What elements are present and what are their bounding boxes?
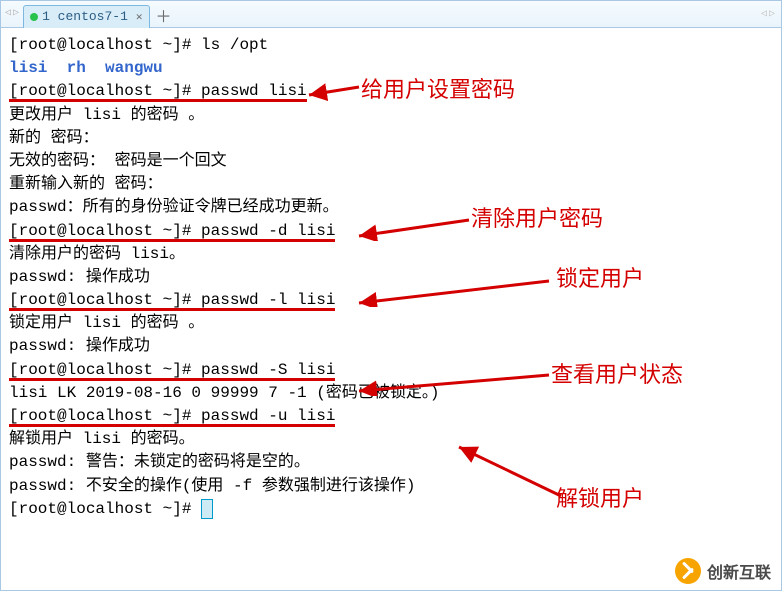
command-text: passwd -l lisi xyxy=(201,291,335,309)
prompt: [root@localhost ~]# xyxy=(9,82,201,100)
watermark-icon xyxy=(675,558,701,584)
prompt: [root@localhost ~]# xyxy=(9,407,201,425)
terminal-area[interactable]: [root@localhost ~]# ls /opt lisi rh wang… xyxy=(1,28,781,527)
tab-label: 1 centos7-1 xyxy=(42,9,128,24)
output-line: 清除用户的密码 lisi。 xyxy=(9,243,773,266)
dir-listing: rh xyxy=(67,59,86,77)
output-line: 解锁用户 lisi 的密码。 xyxy=(9,428,773,451)
output-line: 新的 密码： xyxy=(9,127,773,150)
output-line: 更改用户 lisi 的密码 。 xyxy=(9,104,773,127)
add-tab-button[interactable]: ＋ xyxy=(152,3,176,27)
status-dot-icon xyxy=(30,13,38,21)
chevron-right-icon: ▷ xyxy=(13,9,19,19)
cursor-icon xyxy=(201,499,213,519)
output-line: 锁定用户 lisi 的密码 。 xyxy=(9,312,773,335)
tab-scroll-right[interactable]: ◁ ▷ xyxy=(761,8,775,20)
output-line: passwd: 操作成功 xyxy=(9,266,773,289)
chevron-left-icon: ◁ xyxy=(761,8,767,20)
output-line: 无效的密码： 密码是一个回文 xyxy=(9,150,773,173)
tab-scroll-left[interactable]: ◁ ▷ xyxy=(5,9,19,19)
watermark-text: 创新互联 xyxy=(707,559,771,583)
plus-icon: ＋ xyxy=(156,3,172,27)
prompt: [root@localhost ~]# xyxy=(9,361,201,379)
close-icon[interactable]: ✕ xyxy=(136,10,143,24)
command-text: passwd lisi xyxy=(201,82,307,100)
output-line: lisi LK 2019-08-16 0 99999 7 -1 (密码已被锁定。… xyxy=(9,382,773,405)
command-text: passwd -u lisi xyxy=(201,407,335,425)
command-text: ls /opt xyxy=(201,36,268,54)
terminal-window: ◁ ▷ 1 centos7-1 ✕ ＋ ◁ ▷ [root@localhost … xyxy=(0,0,782,591)
output-line: passwd: 警告：未锁定的密码将是空的。 xyxy=(9,451,773,474)
command-text: passwd -S lisi xyxy=(201,361,335,379)
watermark: 创新互联 xyxy=(675,558,771,584)
dir-listing: lisi xyxy=(9,59,47,77)
tab-bar: ◁ ▷ 1 centos7-1 ✕ ＋ ◁ ▷ xyxy=(1,1,781,28)
output-line: passwd：所有的身份验证令牌已经成功更新。 xyxy=(9,196,773,219)
prompt: [root@localhost ~]# xyxy=(9,500,201,518)
chevron-left-icon: ◁ xyxy=(5,9,11,19)
command-text: passwd -d lisi xyxy=(201,222,335,240)
prompt: [root@localhost ~]# xyxy=(9,291,201,309)
prompt: [root@localhost ~]# xyxy=(9,222,201,240)
tab-centos7[interactable]: 1 centos7-1 ✕ xyxy=(23,5,149,28)
dir-listing: wangwu xyxy=(105,59,163,77)
chevron-right-icon: ▷ xyxy=(769,8,775,20)
output-line: passwd: 不安全的操作(使用 -f 参数强制进行该操作) xyxy=(9,475,773,498)
output-line: passwd: 操作成功 xyxy=(9,335,773,358)
output-line: 重新输入新的 密码： xyxy=(9,173,773,196)
prompt: [root@localhost ~]# xyxy=(9,36,201,54)
